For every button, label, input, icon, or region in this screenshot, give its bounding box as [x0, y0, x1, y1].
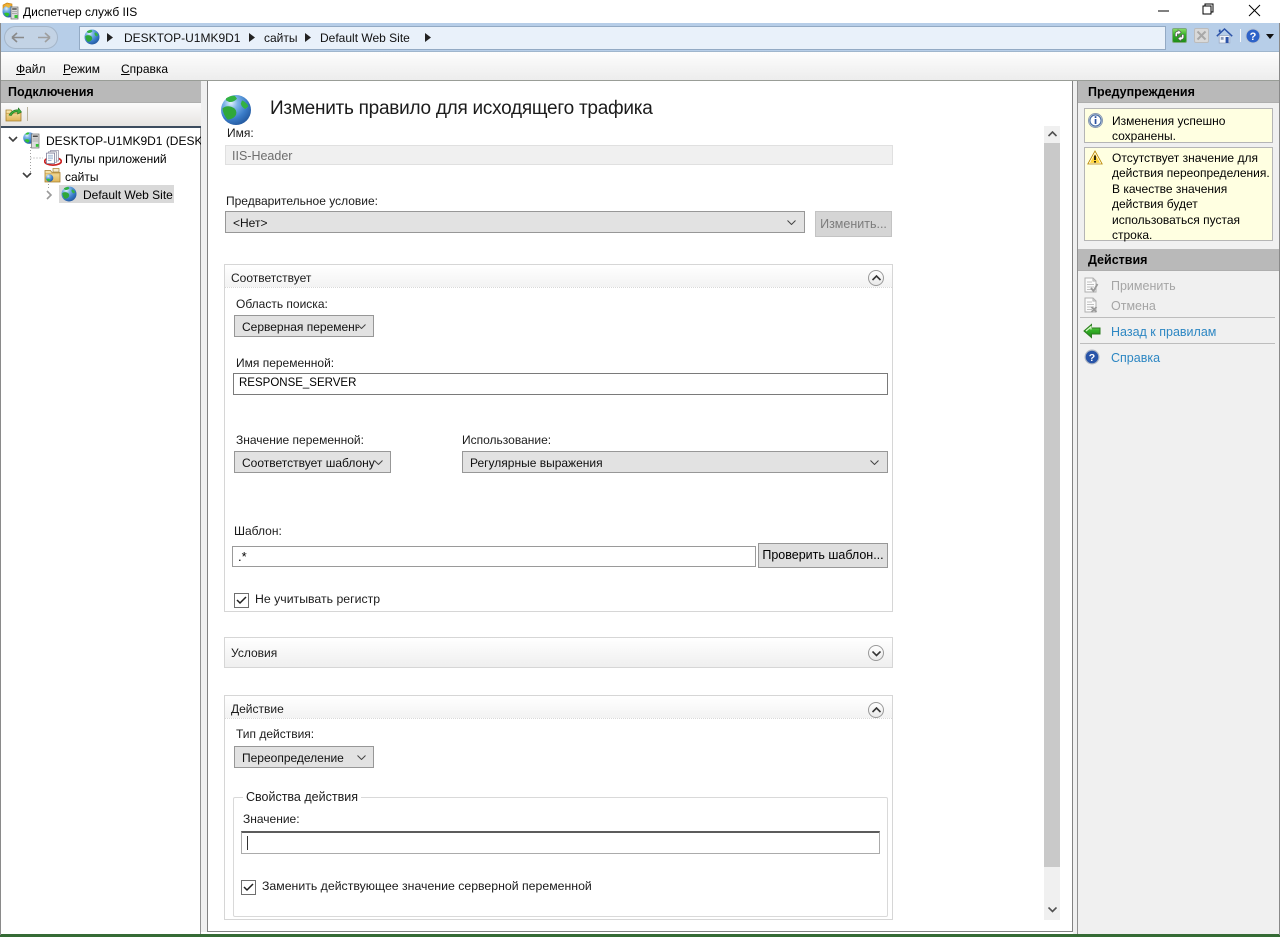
svg-text:?: ?	[1250, 31, 1257, 43]
svg-text:?: ?	[1089, 352, 1095, 364]
